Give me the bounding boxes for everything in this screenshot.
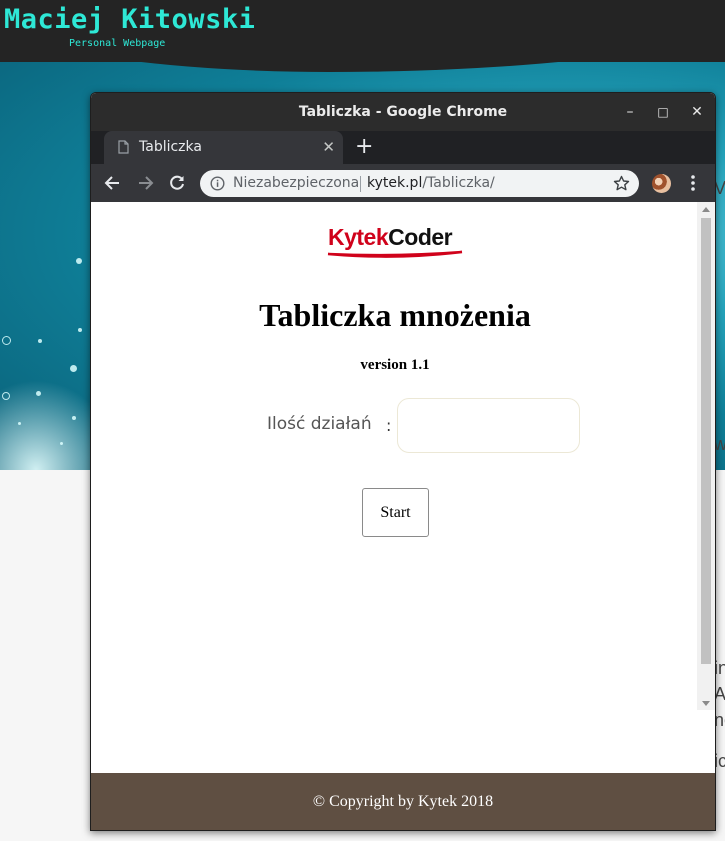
window-titlebar[interactable]: Tabliczka - Google Chrome – □ ✕ bbox=[91, 93, 715, 131]
bokeh-dot bbox=[18, 422, 21, 425]
tab-strip: Tabliczka ✕ + bbox=[91, 131, 715, 164]
kytek-coder-logo: KytekCoder bbox=[327, 219, 468, 259]
url-path: /Tabliczka/ bbox=[422, 175, 495, 191]
close-window-button[interactable]: ✕ bbox=[686, 101, 708, 123]
operations-count-label: Ilość działań bbox=[267, 414, 372, 434]
browser-window: Tabliczka - Google Chrome – □ ✕ Tabliczk… bbox=[90, 92, 716, 831]
new-tab-button[interactable]: + bbox=[355, 134, 373, 160]
logo-swoosh bbox=[327, 250, 463, 258]
info-icon[interactable] bbox=[210, 176, 225, 191]
url-host: kytek.pl bbox=[367, 175, 423, 191]
bokeh-dot bbox=[2, 392, 10, 400]
profile-avatar[interactable] bbox=[652, 174, 671, 193]
tab-tabliczka[interactable]: Tabliczka ✕ bbox=[104, 131, 343, 164]
bokeh-dot bbox=[38, 339, 42, 343]
bokeh-dot bbox=[60, 442, 63, 445]
page-footer: © Copyright by Kytek 2018 bbox=[91, 773, 715, 830]
logo-text: KytekCoder bbox=[328, 224, 453, 251]
bokeh-dot bbox=[76, 258, 82, 264]
address-separator bbox=[360, 176, 361, 192]
site-title[interactable]: Maciej Kitowski bbox=[4, 4, 255, 35]
scroll-up-arrow-icon[interactable] bbox=[702, 207, 710, 212]
back-arrow-icon[interactable] bbox=[103, 173, 123, 193]
logo-part-kytek: Kytek bbox=[328, 224, 389, 250]
security-label[interactable]: Niezabezpieczona bbox=[233, 175, 359, 191]
tab-title: Tabliczka bbox=[139, 139, 202, 155]
bokeh-dot bbox=[72, 416, 76, 420]
browser-toolbar: Niezabezpieczona kytek.pl/Tabliczka/ bbox=[91, 164, 715, 202]
bokeh-dot bbox=[78, 328, 82, 332]
reload-icon[interactable] bbox=[167, 173, 187, 193]
page-scrollbar[interactable] bbox=[697, 202, 715, 710]
star-icon[interactable] bbox=[613, 175, 630, 192]
site-header: Maciej Kitowski Personal Webpage bbox=[0, 0, 725, 70]
scrollbar-thumb[interactable] bbox=[701, 218, 711, 664]
menu-icon[interactable] bbox=[689, 174, 697, 192]
banner-curve bbox=[0, 62, 725, 72]
start-button[interactable]: Start bbox=[362, 488, 429, 537]
footer-copyright: © Copyright by Kytek 2018 bbox=[312, 793, 494, 810]
bokeh-dot bbox=[70, 365, 77, 372]
site-subtitle: Personal Webpage bbox=[69, 38, 166, 49]
label-colon: : bbox=[386, 416, 392, 435]
bokeh-dot bbox=[2, 336, 11, 345]
page-heading: Tabliczka mnożenia bbox=[259, 297, 531, 333]
address-bar[interactable]: Niezabezpieczona kytek.pl/Tabliczka/ bbox=[200, 170, 639, 197]
logo-part-coder: Coder bbox=[388, 224, 453, 250]
scroll-down-arrow-icon[interactable] bbox=[702, 701, 710, 706]
tab-close-icon[interactable]: ✕ bbox=[322, 138, 335, 156]
version-label: version 1.1 bbox=[360, 357, 430, 373]
page-icon bbox=[118, 140, 129, 154]
page-viewport: KytekCoder Tabliczka mnożenia version 1.… bbox=[91, 202, 715, 773]
maximize-button[interactable]: □ bbox=[652, 101, 674, 123]
url-text[interactable]: kytek.pl/Tabliczka/ bbox=[367, 175, 495, 191]
operations-count-input[interactable] bbox=[397, 398, 580, 453]
bokeh-dot bbox=[36, 391, 41, 396]
forward-arrow-icon[interactable] bbox=[135, 173, 155, 193]
minimize-button[interactable]: – bbox=[619, 101, 641, 123]
